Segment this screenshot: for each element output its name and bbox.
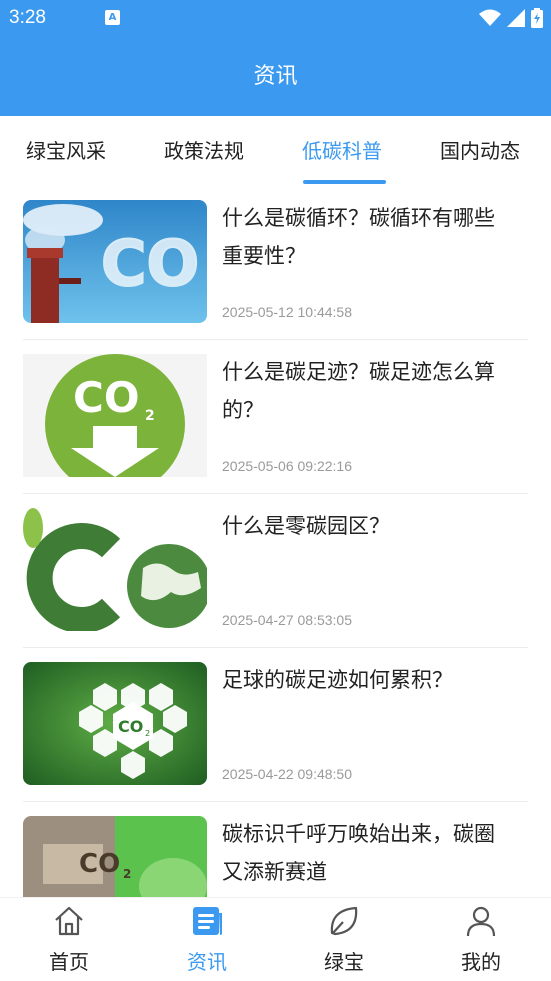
article-item[interactable]: 什么是零碳园区？ 2025-04-27 08:53:05 [23,494,528,648]
article-thumbnail: CO 2 [23,662,207,785]
article-item[interactable]: CO 2 什么是碳足迹？碳足迹怎么算的？ 2025-05-06 09:22:16 [23,340,528,494]
signal-icon [507,9,525,27]
a-icon: A [105,10,120,25]
tab-policy-regulations[interactable]: 政策法规 [164,116,244,186]
status-time: 3:28 [9,7,46,28]
nav-mine[interactable]: 我的 [421,898,541,981]
svg-text:2: 2 [145,408,155,424]
article-thumbnail: CO 2 [23,354,207,477]
nav-lvbao-label: 绿宝 [324,950,364,974]
news-icon [193,907,222,935]
bottom-navigation: 首页 资讯 绿宝 我的 [0,897,551,981]
svg-text:CO: CO [79,849,120,879]
article-title[interactable]: 什么是碳循环？碳循环有哪些重要性？ [222,199,512,275]
article-item[interactable]: CO 什么是碳循环？碳循环有哪些重要性？ 2025-05-12 10:44:58 [23,186,528,340]
svg-text:2: 2 [123,867,131,881]
wifi-icon [479,9,501,26]
article-list[interactable]: CO 什么是碳循环？碳循环有哪些重要性？ 2025-05-12 10:44:58… [0,186,551,897]
tab-low-carbon-science[interactable]: 低碳科普 [302,116,382,186]
svg-text:CO: CO [101,227,199,300]
article-title[interactable]: 足球的碳足迹如何累积？ [222,661,512,699]
nav-home[interactable]: 首页 [9,898,129,981]
status-bar: 3:28 A [0,0,551,38]
home-icon [55,906,83,936]
system-icons [479,8,543,28]
active-tab-indicator [303,180,386,184]
article-title[interactable]: 碳标识千呼万唤始出来，碳圈又添新赛道 [222,815,512,891]
nav-news[interactable]: 资讯 [147,898,267,981]
article-date: 2025-05-06 09:22:16 [222,458,352,474]
battery-icon [531,8,543,28]
page-title: 资讯 [253,64,298,89]
leaf-icon [330,906,358,936]
tab-lvbao-fengcai[interactable]: 绿宝风采 [26,116,106,186]
nav-lvbao[interactable]: 绿宝 [284,898,404,981]
article-item[interactable]: CO 2 碳标识千呼万唤始出来，碳圈又添新赛道 [23,802,528,897]
nav-mine-label: 我的 [461,950,501,974]
article-date: 2025-04-27 08:53:05 [222,612,352,628]
article-date: 2025-04-22 09:48:50 [222,766,352,782]
svg-text:2: 2 [145,729,150,738]
article-title[interactable]: 什么是碳足迹？碳足迹怎么算的？ [222,353,512,429]
article-item[interactable]: CO 2 足球的碳足迹如何累积？ 2025-04-22 09:48:50 [23,648,528,802]
article-thumbnail [23,508,207,631]
tab-domestic-news[interactable]: 国内动态 [440,116,520,186]
app-header: 资讯 [0,38,551,116]
svg-text:CO: CO [118,717,143,736]
category-tabs: 绿宝风采 政策法规 低碳科普 国内动态 [0,116,551,186]
article-thumbnail: CO [23,200,207,323]
nav-home-label: 首页 [49,950,89,974]
svg-text:CO: CO [73,373,140,422]
article-thumbnail: CO 2 [23,816,207,897]
nav-news-label: 资讯 [187,950,227,974]
user-icon [466,906,496,937]
article-date: 2025-05-12 10:44:58 [222,304,352,320]
article-title[interactable]: 什么是零碳园区？ [222,507,512,545]
